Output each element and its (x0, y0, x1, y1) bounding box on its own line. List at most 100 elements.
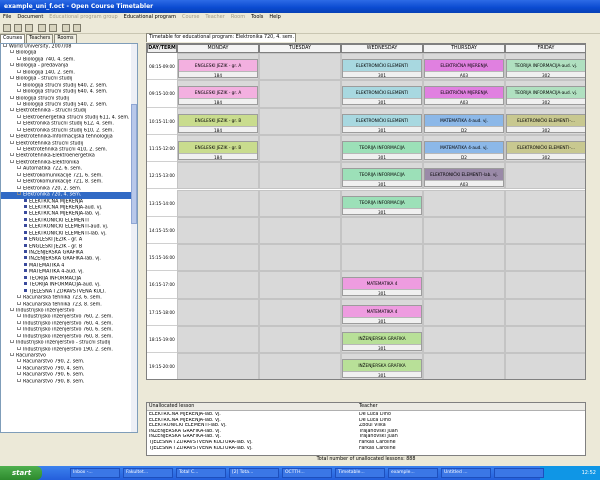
expand-toggle-icon[interactable] (17, 147, 21, 150)
lesson-block[interactable]: TEORIJA INFORMACIJA 301 (342, 140, 422, 160)
lesson-block[interactable]: MATEMATIKA 4-aud. vj. D2 (424, 140, 504, 160)
expand-toggle-icon[interactable] (17, 359, 21, 363)
timetable-cell[interactable] (505, 353, 585, 379)
timetable-cell[interactable] (423, 244, 505, 272)
timetable-cell[interactable] (259, 189, 341, 217)
unallocated-row[interactable]: TJELESNA I ZDRAVSTVENA KULTURA-lab. vj. (147, 446, 357, 452)
lesson-block[interactable]: TEORIJA INFORMACIJA-aud. vj. 302 (506, 86, 585, 106)
expand-toggle-icon[interactable] (10, 95, 14, 99)
menu-help[interactable]: Help (266, 13, 283, 22)
expand-toggle-icon[interactable] (17, 301, 21, 305)
expand-toggle-icon[interactable] (17, 314, 21, 318)
timetable-cell[interactable] (505, 189, 585, 217)
timetable-cell[interactable] (505, 326, 585, 354)
expand-toggle-icon[interactable] (17, 166, 21, 170)
timetable-cell[interactable] (423, 326, 505, 354)
lesson-block[interactable]: INŽENJERSKA GRAFIKA 301 (342, 332, 422, 351)
expand-toggle-icon[interactable] (10, 353, 14, 356)
lesson-block[interactable]: ELEKTRONIČKI ELEMENTI-lab. vj. A03 (424, 168, 504, 188)
lesson-block[interactable]: TEORIJA INFORMACIJA-aud. vj. 302 (506, 59, 585, 78)
lesson-block[interactable]: INŽENJERSKA GRAFIKA 301 (342, 359, 422, 379)
open-icon[interactable] (14, 24, 22, 32)
tab-rooms[interactable]: Rooms (54, 34, 77, 43)
expand-toggle-icon[interactable] (10, 340, 14, 344)
expand-toggle-icon[interactable] (17, 378, 21, 382)
timetable-cell[interactable] (505, 162, 585, 190)
expand-toggle-icon[interactable] (17, 101, 21, 105)
timetable-cell[interactable] (259, 298, 341, 326)
timetable-cell[interactable] (423, 189, 505, 217)
timetable-cell[interactable] (341, 216, 423, 245)
expand-toggle-icon[interactable] (17, 56, 21, 60)
lesson-block[interactable]: MATEMATIKA 4-aud. vj. D2 (424, 113, 504, 133)
lesson-block[interactable]: ELEKTRONIČKI ELEMENTI 301 (342, 113, 422, 133)
timetable-cell[interactable] (177, 298, 259, 326)
expand-toggle-icon[interactable] (10, 108, 14, 112)
menu-tools[interactable]: Tools (248, 13, 266, 22)
timetable-cell[interactable] (505, 271, 585, 299)
expand-toggle-icon[interactable] (10, 63, 14, 67)
expand-toggle-icon[interactable] (17, 295, 21, 299)
lesson-block[interactable]: ENGLESKI JEZIK - gr. A 184 (178, 59, 258, 78)
tab-courses[interactable]: Courses (0, 34, 26, 43)
expand-toggle-icon[interactable] (17, 114, 21, 118)
expand-toggle-icon[interactable] (10, 76, 14, 80)
timetable-cell[interactable] (423, 216, 505, 245)
expand-toggle-icon[interactable] (17, 82, 21, 86)
lesson-block[interactable]: ENGLESKI JEZIK - gr. B 184 (178, 113, 258, 133)
tree-item[interactable]: Računarstvo 790, 8. sem. (1, 378, 137, 385)
expand-toggle-icon[interactable] (17, 179, 21, 183)
expand-toggle-icon[interactable] (17, 121, 21, 125)
menu-file[interactable]: File (0, 13, 14, 22)
timetable-cell[interactable] (259, 80, 341, 108)
expand-toggle-icon[interactable] (17, 365, 21, 369)
timetable-cell[interactable] (259, 162, 341, 190)
lesson-block[interactable]: ELEKTRIČNA MJERENJA A03 (424, 86, 504, 106)
timetable-cell[interactable] (259, 107, 341, 135)
timetable-cell[interactable] (259, 271, 341, 299)
taskbar-item[interactable]: Fakultet... (123, 468, 173, 478)
expand-toggle-icon[interactable] (10, 134, 14, 138)
taskbar-item[interactable]: Inbox -... (70, 468, 120, 478)
taskbar-item[interactable]: [2] Tota... (229, 468, 279, 478)
lesson-block[interactable]: TEORIJA INFORMACIJA 301 (342, 195, 422, 215)
lesson-block[interactable]: MATEMATIKA 4 301 (342, 304, 422, 324)
lesson-block[interactable]: TEORIJA INFORMACIJA 301 (342, 168, 422, 188)
scroll-thumb[interactable] (131, 104, 137, 224)
print-icon[interactable] (49, 24, 57, 32)
timetable-cell[interactable] (259, 53, 341, 81)
timetable-cell[interactable] (505, 244, 585, 272)
timetable-cell[interactable] (177, 189, 259, 217)
expand-toggle-icon[interactable] (10, 50, 14, 54)
lesson-block[interactable]: ELEKTRONIČKI ELEMENTI 301 (342, 86, 422, 106)
tab-teachers[interactable]: Teachers (26, 34, 54, 43)
lesson-block[interactable]: ELEKTRIČNA MJERENJA A03 (424, 59, 504, 78)
timetable-cell[interactable] (259, 134, 341, 163)
new-icon[interactable] (3, 24, 11, 32)
unallocated-header[interactable]: Teacher (357, 403, 585, 411)
expand-toggle-icon[interactable] (10, 140, 14, 144)
expand-toggle-icon[interactable] (17, 172, 21, 176)
unallocated-row[interactable]: Farkas Caroline (357, 446, 585, 452)
expand-toggle-icon[interactable] (17, 346, 21, 350)
expand-toggle-icon[interactable] (17, 327, 21, 331)
lesson-block[interactable]: ELEKTRONIČKI ELEMENTI-... 302 (506, 140, 585, 160)
taskbar-item[interactable] (494, 468, 544, 478)
expand-toggle-icon[interactable] (17, 89, 21, 93)
unallocated-header[interactable]: Unallocated lesson (147, 403, 357, 411)
allocate-icon[interactable] (62, 24, 70, 32)
timetable-cell[interactable] (505, 216, 585, 245)
taskbar-item[interactable]: Total C... (176, 468, 226, 478)
settings-icon[interactable] (73, 24, 81, 32)
expand-toggle-icon[interactable] (17, 320, 21, 324)
expand-toggle-icon[interactable] (3, 44, 7, 47)
timetable-cell[interactable] (423, 298, 505, 326)
timetable-cell[interactable] (177, 244, 259, 272)
expand-toggle-icon[interactable] (10, 307, 14, 311)
lesson-block[interactable]: ENGLESKI JEZIK - gr. A 184 (178, 86, 258, 106)
timetable-cell[interactable] (177, 326, 259, 354)
timetable-cell[interactable] (177, 353, 259, 379)
menu-teacher[interactable]: Teacher (202, 13, 227, 22)
menu-educational-program-group[interactable]: Educational program group (46, 13, 120, 22)
start-button[interactable]: start (0, 466, 42, 480)
